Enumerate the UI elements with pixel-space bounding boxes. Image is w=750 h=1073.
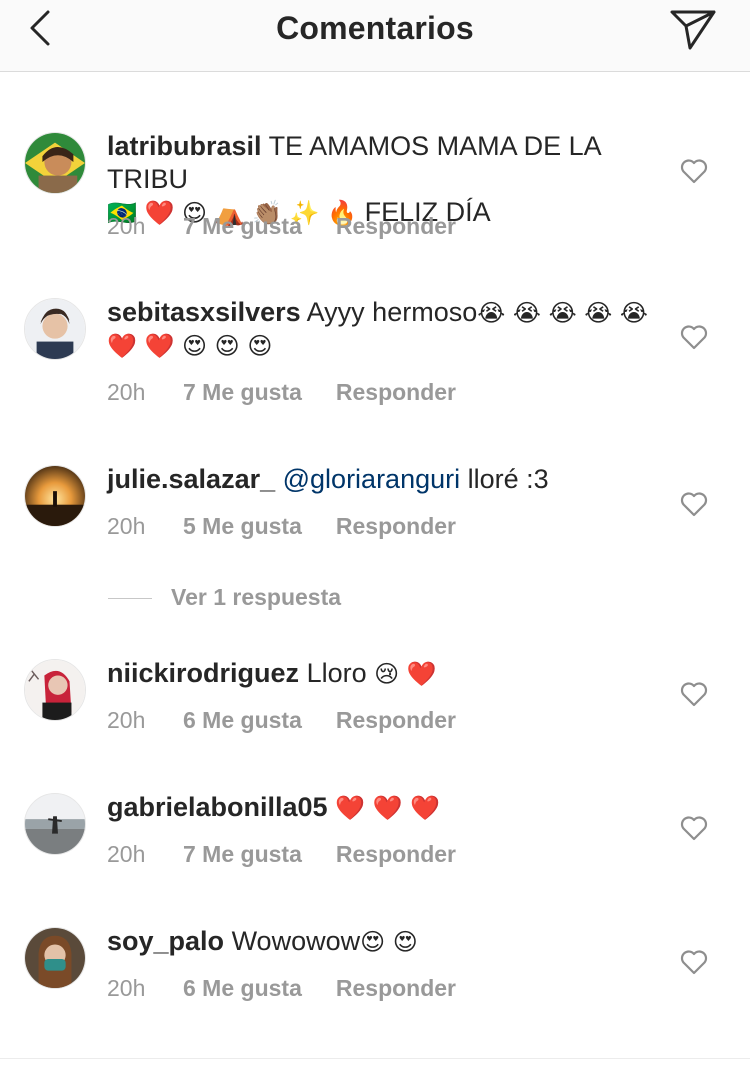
comment-emojis: ❤️ ❤️ ❤️ [335,794,440,822]
avatar-image [25,466,85,526]
like-button[interactable] [680,324,708,350]
avatar[interactable] [24,298,86,360]
avatar[interactable] [24,465,86,527]
heart-outline-icon [680,325,708,350]
replies-divider [108,598,152,599]
like-button[interactable] [680,158,708,184]
like-button[interactable] [680,491,708,517]
avatar[interactable] [24,793,86,855]
heart-outline-icon [680,159,708,184]
heart-outline-icon [680,492,708,517]
comment-meta: 20h 6 Me gusta Responder [107,975,456,1002]
comment-time: 20h [107,379,146,405]
page-title: Comentarios [276,10,474,46]
comment-time: 20h [107,513,146,539]
comment-meta: 20h 7 Me gusta Responder [107,841,456,868]
avatar-image [25,299,85,359]
comment-likes[interactable]: 6 Me gusta [183,707,302,734]
comment-emojis: 😢 ❤️ [374,660,437,688]
avatar-image [25,660,85,720]
comment-body: Wowowow [231,926,361,956]
comment-text: gabrielabonilla05 ❤️ ❤️ ❤️ [107,791,652,824]
heart-outline-icon [680,816,708,841]
comment-text: julie.salazar_ @gloriaranguri lloré :3 [107,463,652,496]
comment-username[interactable]: niickirodriguez [107,658,299,688]
comment-text: soy_palo Wowowow😍 😍 [107,925,652,958]
comment-time: 20h [107,213,146,239]
heart-outline-icon [680,682,708,707]
comment-time: 20h [107,841,146,867]
reply-button[interactable]: Responder [336,841,456,868]
reply-button[interactable]: Responder [336,513,456,540]
avatar-image [25,794,85,854]
comment-username[interactable]: sebitasxsilvers [107,297,301,327]
header-bar: Comentarios [0,0,750,72]
comment-likes[interactable]: 7 Me gusta [183,213,302,240]
avatar[interactable] [24,927,86,989]
comment-emojis: 😍 😍 [360,928,418,956]
direct-message-button[interactable] [668,4,718,52]
comment-likes[interactable]: 5 Me gusta [183,513,302,540]
heart-outline-icon [680,950,708,975]
comment-text: sebitasxsilvers Ayyy hermoso😭 😭 😭 😭 😭 ❤️… [107,296,652,362]
avatar[interactable] [24,132,86,194]
comment-meta: 20h 5 Me gusta Responder [107,513,456,540]
comment-username[interactable]: julie.salazar_ [107,464,275,494]
comment-meta: 20h 6 Me gusta Responder [107,707,456,734]
comment-time: 20h [107,707,146,733]
comment-username[interactable]: soy_palo [107,926,224,956]
comment-likes[interactable]: 7 Me gusta [183,379,302,406]
comment-time: 20h [107,975,146,1001]
like-button[interactable] [680,815,708,841]
comment-username[interactable]: latribubrasil [107,131,262,161]
comment-text: niickirodriguez Lloro 😢 ❤️ [107,657,652,690]
paper-plane-icon [670,10,716,50]
view-replies-label: Ver 1 respuesta [171,584,342,610]
comment-body: Lloro [306,658,367,688]
avatar-image [25,928,85,988]
bottom-divider [0,1058,750,1059]
comment-body: Ayyy hermoso [306,297,478,327]
reply-button[interactable]: Responder [336,975,456,1002]
mention-link[interactable]: @gloriaranguri [283,464,461,494]
avatar[interactable] [24,659,86,721]
avatar-image [25,133,85,193]
comment-meta: 20h 7 Me gusta Responder [107,379,456,406]
reply-button[interactable]: Responder [336,213,456,240]
comment-likes[interactable]: 6 Me gusta [183,975,302,1002]
comment-likes[interactable]: 7 Me gusta [183,841,302,868]
comment-username[interactable]: gabrielabonilla05 [107,792,328,822]
like-button[interactable] [680,681,708,707]
like-button[interactable] [680,949,708,975]
reply-button[interactable]: Responder [336,707,456,734]
reply-button[interactable]: Responder [336,379,456,406]
comment-body: lloré :3 [467,464,549,494]
comment-meta: 20h 7 Me gusta Responder [107,213,456,240]
